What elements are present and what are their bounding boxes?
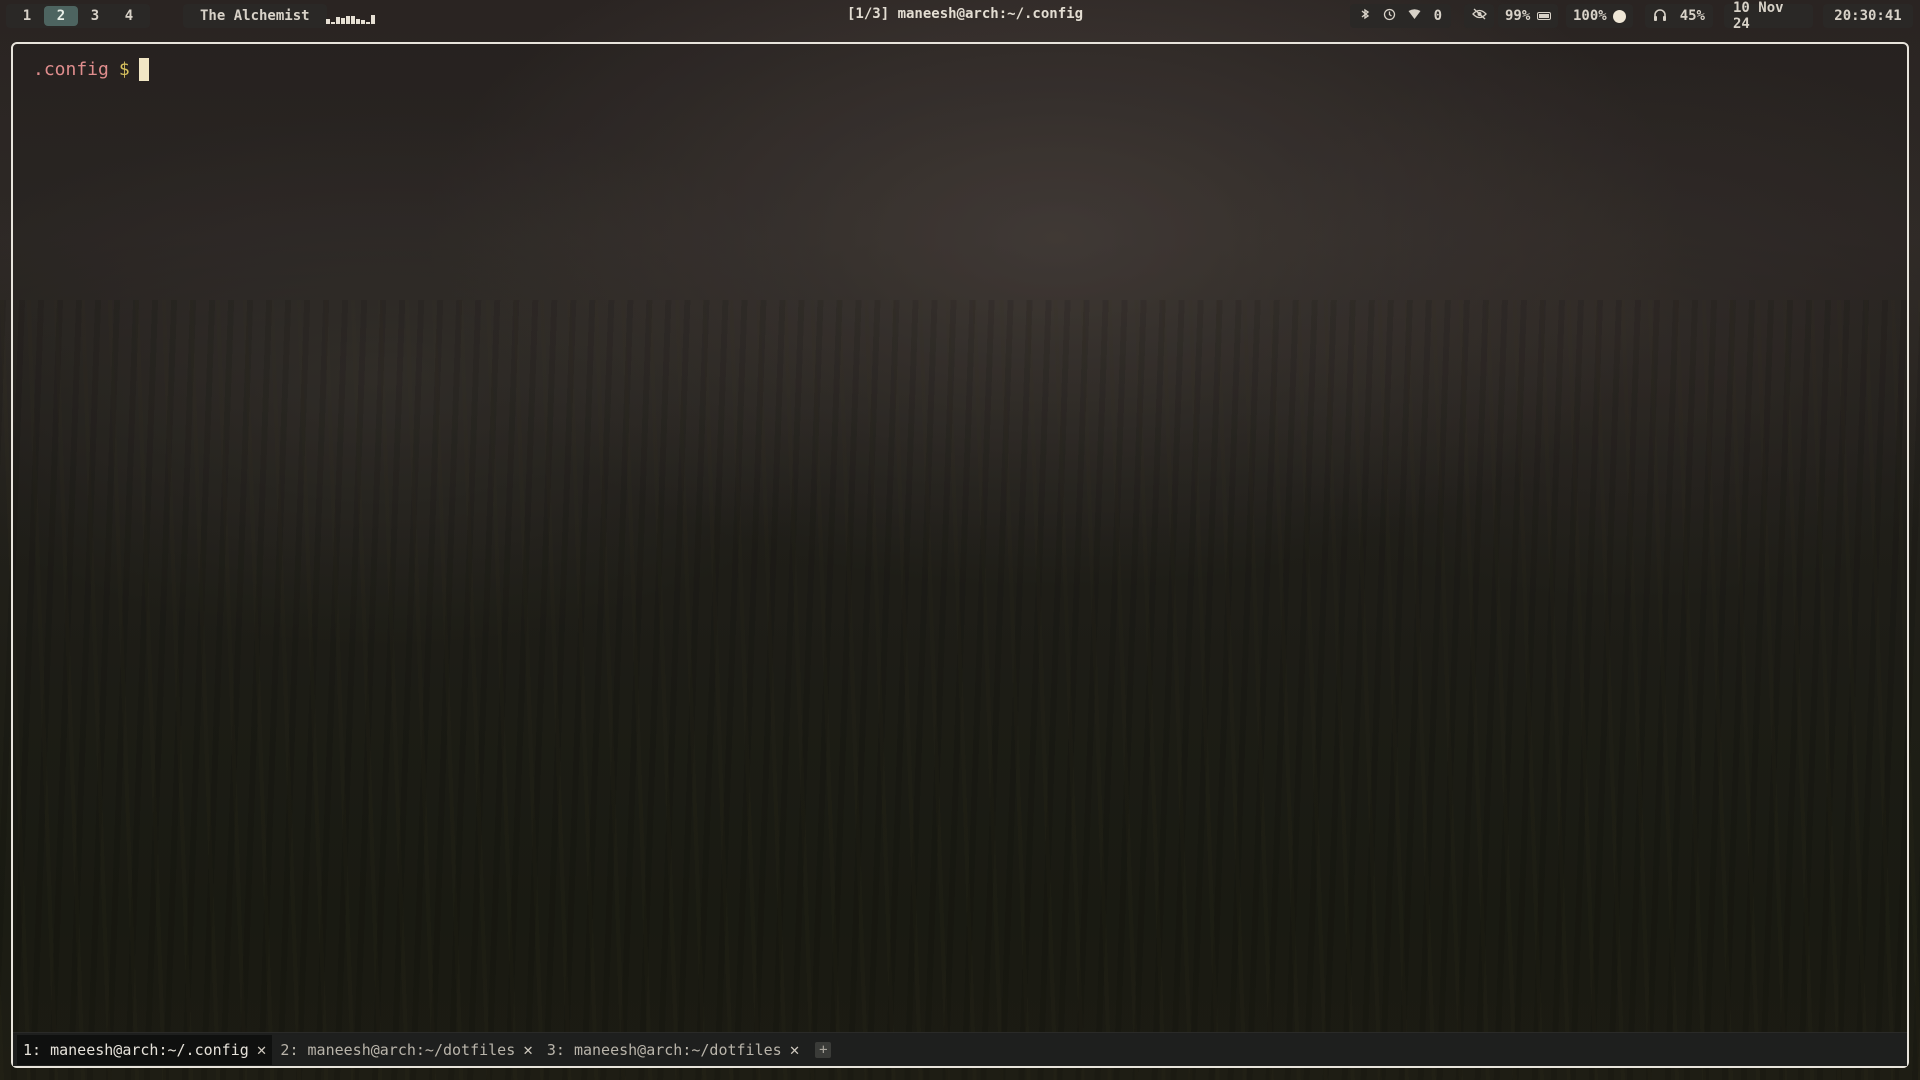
eye-off-icon (1471, 8, 1487, 24)
battery-module[interactable]: 99% (1498, 4, 1558, 28)
prompt-symbol: $ (118, 59, 130, 80)
visualizer-bar (371, 15, 375, 24)
visualizer-bar (336, 17, 340, 24)
now-playing-title: The Alchemist (200, 8, 310, 24)
visualizer-bar (346, 16, 350, 24)
text-cursor (138, 58, 149, 81)
brightness-percent: 100% (1573, 8, 1607, 24)
now-playing[interactable]: The Alchemist (183, 4, 327, 28)
workspace-2[interactable]: 2 (44, 6, 78, 26)
shell-prompt[interactable]: .config $ (33, 58, 149, 81)
workspace-1[interactable]: 1 (10, 6, 44, 26)
idle-inhibitor[interactable] (1464, 4, 1494, 28)
date-module[interactable]: 10 Nov 24 (1724, 0, 1813, 32)
close-icon[interactable]: ✕ (523, 1040, 533, 1059)
visualizer-bar (326, 19, 330, 24)
time-text: 20:30:41 (1834, 8, 1902, 24)
visualizer-bar (366, 22, 370, 24)
terminal-tab-bar: 1: maneesh@arch:~/.config ✕ 2: maneesh@a… (13, 1032, 1907, 1066)
terminal-tab-3[interactable]: 3: maneesh@arch:~/dotfiles ✕ (541, 1035, 805, 1065)
volume-percent: 45% (1679, 8, 1705, 24)
workspace-3[interactable]: 3 (78, 6, 112, 26)
visualizer-bar (331, 22, 335, 24)
visualizer-bar (361, 20, 365, 24)
tab-label: 3: maneesh@arch:~/dotfiles (546, 1040, 782, 1059)
close-icon[interactable]: ✕ (790, 1040, 800, 1059)
clock-icon[interactable] (1383, 8, 1396, 25)
brightness-icon (1613, 9, 1626, 23)
visualizer-bar (351, 16, 355, 24)
date-text: 10 Nov 24 (1733, 0, 1784, 32)
status-bar: 1 2 3 4 The Alchemist [1/3] maneesh@arch… (0, 0, 1920, 32)
clock-module[interactable]: 20:30:41 (1823, 4, 1913, 28)
terminal-tab-1[interactable]: 1: maneesh@arch:~/.config ✕ (17, 1034, 273, 1065)
visualizer-bar (341, 18, 345, 24)
brightness-module[interactable]: 100% (1566, 4, 1633, 28)
battery-percent: 99% (1505, 8, 1531, 24)
wifi-icon[interactable] (1408, 8, 1421, 24)
headphones-icon (1653, 8, 1667, 25)
volume-module[interactable]: 45% (1645, 4, 1713, 28)
tab-label: 2: maneesh@arch:~/dotfiles (280, 1040, 516, 1059)
system-tray: 0 (1350, 4, 1451, 28)
terminal-window[interactable]: .config $ 1: maneesh@arch:~/.config ✕ 2:… (11, 42, 1909, 1068)
tab-label: 1: maneesh@arch:~/.config (23, 1040, 249, 1059)
audio-visualizer (326, 9, 375, 24)
window-title: [1/3] maneesh@arch:~/.config (847, 6, 1084, 22)
visualizer-bar (356, 19, 360, 24)
close-icon[interactable]: ✕ (257, 1040, 267, 1059)
prompt-directory: .config (33, 59, 109, 80)
terminal-tab-2[interactable]: 2: maneesh@arch:~/dotfiles ✕ (274, 1035, 538, 1065)
battery-icon (1537, 12, 1551, 20)
new-tab-button[interactable]: + (815, 1041, 832, 1058)
workspace-4[interactable]: 4 (112, 6, 146, 26)
bluetooth-icon[interactable] (1359, 8, 1371, 24)
workspace-switcher: 1 2 3 4 (6, 4, 150, 28)
notification-count[interactable]: 0 (1434, 8, 1442, 24)
